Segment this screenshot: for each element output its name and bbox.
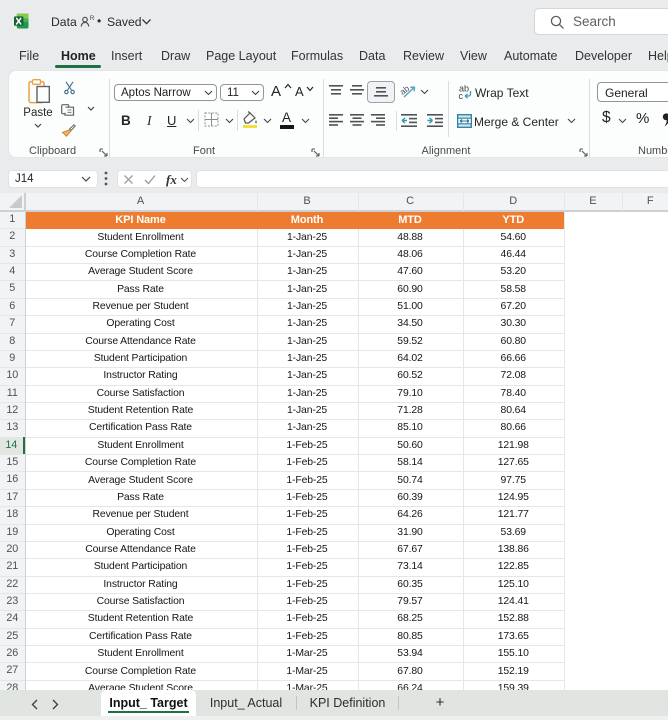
svg-text:R: R — [90, 15, 95, 22]
svg-text:c: c — [459, 91, 464, 100]
